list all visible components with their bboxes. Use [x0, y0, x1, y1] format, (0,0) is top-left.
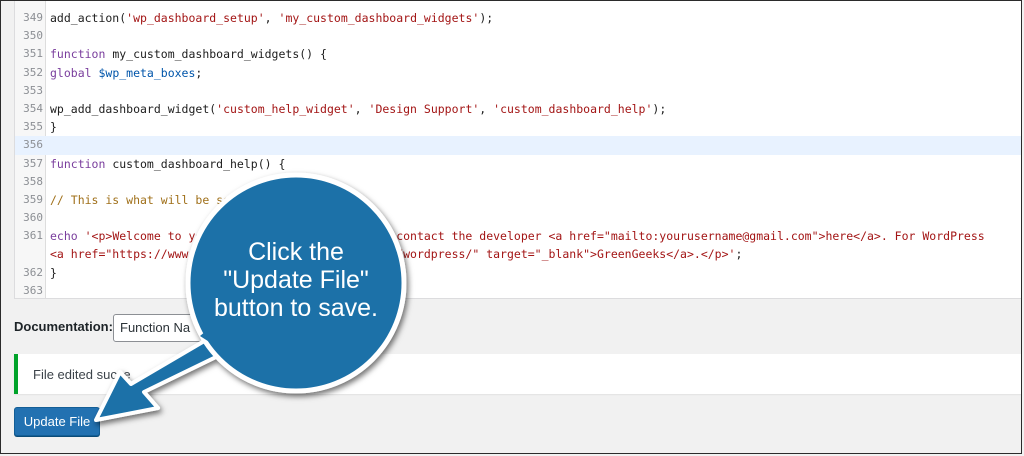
code-text: } [50, 264, 57, 282]
line-number: 355 [23, 120, 43, 134]
callout-line-3: button to save. [213, 294, 378, 322]
code-token: // This is what will be seen [50, 192, 251, 207]
callout-text: Click the "Update File" button to save. [196, 238, 396, 322]
callout-line-2: "Update File" [223, 266, 369, 294]
code-token: t [250, 192, 355, 207]
line-number: 362 [23, 265, 43, 279]
code-token: ); [479, 11, 494, 25]
code-line[interactable]: 355} [15, 118, 1021, 136]
code-token: , [264, 11, 279, 25]
notice-text: File edited succe ful [33, 367, 263, 382]
code-token: ; [735, 247, 743, 262]
code-line[interactable]: 359 // This is what will be seen t [15, 191, 1021, 209]
code-line[interactable]: 363 [15, 282, 1021, 298]
code-token: } [50, 120, 57, 135]
line-number: 363 [23, 283, 43, 297]
code-line[interactable]: 358 [15, 173, 1021, 191]
line-number: 354 [23, 101, 43, 115]
code-token: wp_add_dashboard_widget( [50, 101, 217, 116]
code-token: <a href="https://www. [50, 247, 196, 262]
code-token: function [50, 156, 113, 171]
code-line[interactable]: 354 wp_add_dashboard_widget('custom_help_… [15, 100, 1021, 118]
code-token: ; [195, 65, 203, 80]
code-token: 'custom_help_widget' [216, 101, 355, 116]
code-token: '<p>Welcome to yo [84, 229, 203, 244]
line-number: 351 [23, 47, 43, 61]
callout-line-1: Click the [248, 238, 344, 266]
code-text: function my_custom_dashboard_widgets() { [50, 45, 327, 63]
code-line[interactable]: 362} [15, 264, 1021, 282]
line-number: 359 [23, 192, 43, 206]
screenshot-frame: 349 add_action('wp_dashboard_setup', 'my_… [0, 0, 1022, 454]
code-text: global $wp_meta_boxes; [50, 64, 202, 82]
line-number: 356 [23, 138, 43, 152]
code-text: echo '<p>Welcome to yo elp, contact the … [50, 227, 985, 263]
code-token: 'Design Support' [368, 101, 480, 116]
code-line[interactable]: 353 [15, 82, 1021, 100]
success-notice: File edited succe ful [14, 354, 1021, 394]
line-number: 361 [23, 229, 43, 243]
code-line[interactable]: 349 add_action('wp_dashboard_setup', 'my_… [15, 9, 1021, 27]
code-line[interactable]: 360 [15, 209, 1021, 227]
line-number: 350 [23, 29, 43, 43]
code-token: , [354, 101, 369, 116]
line-number: 358 [23, 174, 43, 188]
code-token: function [50, 47, 113, 62]
line-number: 349 [23, 11, 43, 24]
code-token: 'my_custom_dashboard_widgets' [278, 11, 480, 25]
code-editor[interactable]: 349 add_action('wp_dashboard_setup', 'my_… [14, 1, 1021, 299]
code-token: } [50, 265, 57, 280]
line-number: 360 [23, 211, 43, 225]
code-lines: 349 add_action('wp_dashboard_setup', 'my_… [15, 9, 1021, 298]
code-line[interactable]: 352 global $wp_meta_boxes; [15, 64, 1021, 82]
code-token: my_custom_dashboard_widgets() { [112, 47, 327, 62]
code-line[interactable]: 357 function custom_dashboard_help() { [15, 155, 1021, 173]
code-token: custom_dashboard_help() { [112, 156, 286, 171]
code-line[interactable]: 356 [15, 136, 1021, 155]
code-token: , [479, 101, 494, 116]
code-token: ); [652, 101, 667, 116]
line-number: 352 [23, 65, 43, 79]
code-line[interactable]: 351 function my_custom_dashboard_widgets(… [15, 45, 1021, 63]
code-token: 'wp_dashboard_setup' [126, 11, 265, 25]
update-file-button[interactable]: Update File [14, 407, 100, 436]
code-line[interactable]: 361 echo '<p>Welcome to yo elp, contact t… [15, 227, 1021, 263]
code-text: add_action('wp_dashboard_setup', 'my_cus… [50, 9, 493, 27]
code-token: $wp_meta_boxes [98, 65, 196, 80]
code-text: wp_add_dashboard_widget('custom_help_wid… [50, 100, 666, 118]
code-text: } [50, 118, 57, 136]
code-text: function custom_dashboard_help() { [50, 155, 285, 173]
code-token: 'custom_dashboard_help' [493, 101, 653, 116]
code-token: global [50, 65, 99, 80]
line-number: 353 [23, 83, 43, 97]
documentation-label: Documentation: [14, 319, 113, 334]
code-token: add_action( [50, 11, 127, 25]
code-token: echo [50, 229, 85, 244]
code-line[interactable]: 350 [15, 27, 1021, 45]
line-number: 357 [23, 156, 43, 170]
code-text: // This is what will be seen t [50, 191, 355, 209]
